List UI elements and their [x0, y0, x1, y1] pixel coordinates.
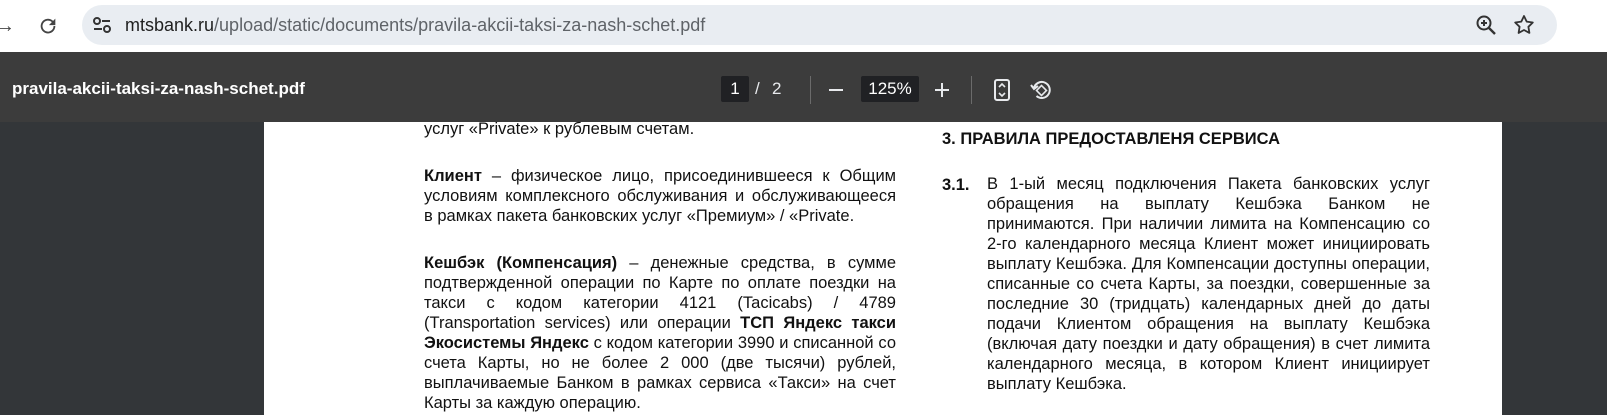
- zoom-input[interactable]: 125%: [861, 76, 919, 102]
- definition-text: Клиент – физическое лицо, присоединившее…: [424, 166, 896, 226]
- omnibox[interactable]: mtsbank.ru/upload/static/documents/pravi…: [82, 5, 1557, 45]
- definition-cashback: Кешбэк (Компенсация) – денежные средства…: [424, 253, 896, 413]
- page-total: 2: [772, 79, 782, 98]
- reload-icon[interactable]: [35, 13, 61, 39]
- url-host: mtsbank.ru: [125, 15, 215, 35]
- section-title: 3. ПРАВИЛА ПРЕДОСТАВЛЕНЯ СЕРВИСА: [942, 130, 1281, 148]
- zoom-out-button[interactable]: [822, 76, 850, 104]
- browser-top-bar: → mtsbank.ru/upload/static/documents/pra…: [0, 0, 1607, 52]
- definition-body: – физическое лицо, присоединившееся к Об…: [424, 167, 896, 225]
- plus-icon: [935, 83, 949, 97]
- pdf-toolbar: pravila-akcii-taksi-za-nash-schet.pdf 1 …: [0, 52, 1607, 122]
- fit-page-button[interactable]: [988, 76, 1016, 104]
- page-number-input[interactable]: 1: [721, 76, 749, 102]
- item-number: 3.1.: [942, 176, 970, 194]
- url-text[interactable]: mtsbank.ru/upload/static/documents/pravi…: [125, 5, 705, 45]
- zoom-in-button[interactable]: [928, 76, 956, 104]
- pdf-page: услуг «Private» к рублевым счетам. Клиен…: [264, 122, 1502, 415]
- item-text: В 1-ый месяц подключения Пакета банковск…: [987, 175, 1430, 393]
- pdf-viewer[interactable]: услуг «Private» к рублевым счетам. Клиен…: [0, 122, 1607, 415]
- url-path: /upload/static/documents/pravila-akcii-t…: [214, 15, 706, 35]
- definition-term: Клиент: [424, 167, 482, 185]
- rotate-button[interactable]: [1027, 76, 1055, 104]
- star-icon[interactable]: [1512, 13, 1536, 37]
- rotate-icon: [1030, 81, 1051, 99]
- forward-arrow-icon[interactable]: →: [0, 13, 18, 39]
- paragraph-tail: услуг «Private» к рублевым счетам.: [424, 122, 896, 139]
- toolbar-divider: [971, 76, 972, 104]
- definition-term: Кешбэк (Компенсация): [424, 254, 618, 272]
- toolbar-divider: [810, 76, 811, 104]
- definition-text: Кешбэк (Компенсация) – денежные средства…: [424, 253, 896, 413]
- minus-icon: [829, 89, 843, 91]
- definition-client: Клиент – физическое лицо, присоединившее…: [424, 166, 896, 226]
- page-separator: /: [755, 79, 760, 98]
- site-info-icon[interactable]: [89, 12, 115, 38]
- fit-page-icon: [994, 79, 1010, 101]
- pdf-filename: pravila-akcii-taksi-za-nash-schet.pdf: [12, 79, 305, 98]
- paragraph-text: услуг «Private» к рублевым счетам.: [424, 122, 695, 138]
- zoom-in-icon[interactable]: [1474, 13, 1498, 37]
